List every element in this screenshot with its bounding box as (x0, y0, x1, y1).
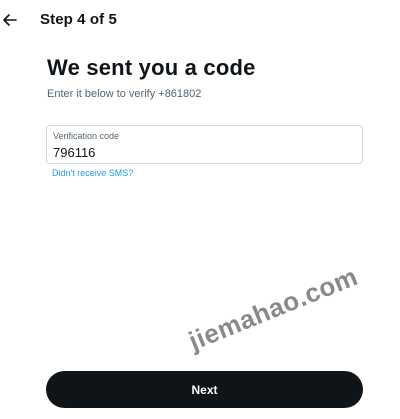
arrow-left-icon (3, 14, 17, 26)
resend-sms-link[interactable]: Didn't receive SMS? (52, 168, 133, 178)
back-button[interactable] (0, 8, 20, 32)
verification-page: Step 4 of 5 We sent you a code Enter it … (0, 0, 400, 419)
verification-code-input[interactable] (53, 144, 353, 160)
watermark-text: jiemahao.com (184, 261, 362, 357)
page-title: We sent you a code (47, 55, 256, 80)
step-indicator: Step 4 of 5 (40, 11, 117, 28)
verification-code-label: Verification code (53, 131, 120, 141)
verify-instructions: Enter it below to verify +861802 (47, 88, 202, 100)
verification-code-field[interactable]: Verification code (46, 125, 363, 164)
next-button[interactable]: Next (46, 371, 363, 408)
